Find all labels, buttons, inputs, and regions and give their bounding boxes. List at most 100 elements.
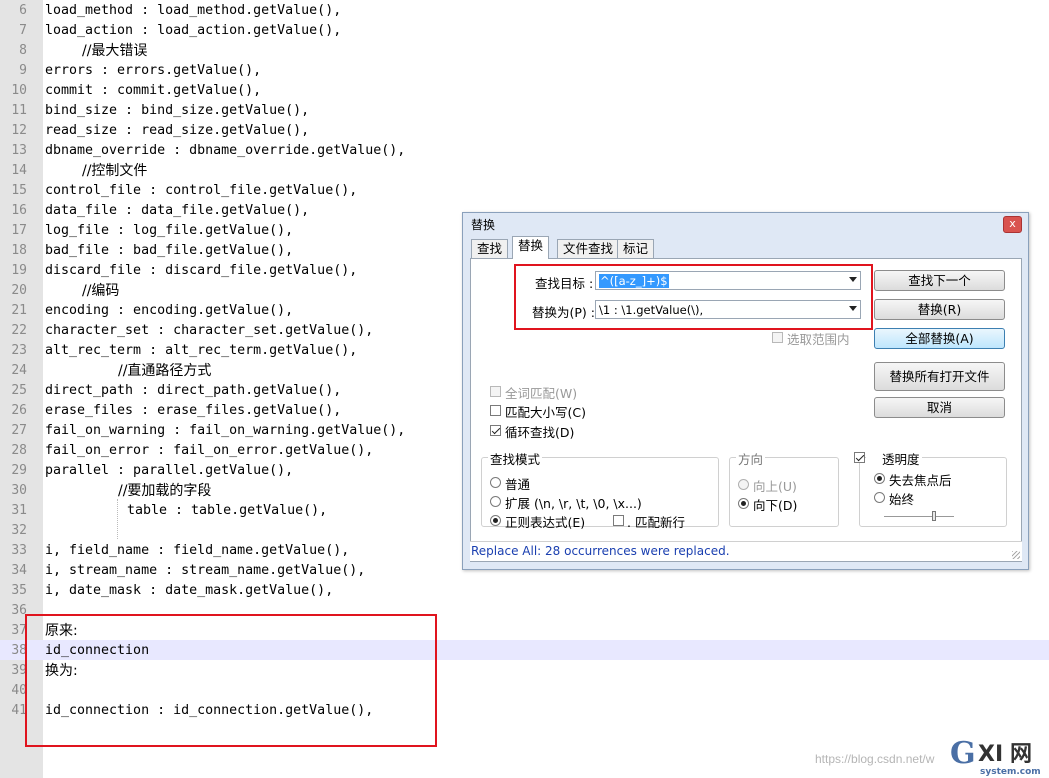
line-number: 12 xyxy=(11,123,27,138)
transparency-slider-thumb[interactable] xyxy=(932,511,936,521)
tab-mark[interactable]: 标记 xyxy=(617,239,655,258)
whole-word-checkbox[interactable] xyxy=(490,386,501,397)
in-selection-checkbox[interactable] xyxy=(772,332,783,343)
line-number: 21 xyxy=(11,303,27,318)
code-text: bad_file : bad_file.getValue(), xyxy=(45,243,294,258)
code-line[interactable]: 11 bind_size : bind_size.getValue(), xyxy=(0,100,1049,120)
code-text: bind_size : bind_size.getValue(), xyxy=(45,103,310,118)
code-text: commit : commit.getValue(), xyxy=(45,83,262,98)
code-text: //控制文件 xyxy=(82,163,148,179)
svg-text:网: 网 xyxy=(1010,742,1032,767)
transparency-group: 透明度 失去焦点后 始终 xyxy=(854,449,1007,527)
gxi-logo-icon: G XI 网 system.com xyxy=(950,736,1041,777)
code-text: i, field_name : field_name.getValue(), xyxy=(45,543,350,558)
line-number: 10 xyxy=(11,83,27,98)
code-line[interactable]: 13 dbname_override : dbname_override.getV… xyxy=(0,140,1049,160)
svg-text:system.com: system.com xyxy=(980,767,1041,777)
on-lose-focus-radio[interactable] xyxy=(874,473,885,484)
line-number: 35 xyxy=(11,583,27,598)
search-mode-title: 查找模式 xyxy=(488,449,543,468)
match-case-checkbox[interactable] xyxy=(490,405,501,416)
line-number: 36 xyxy=(11,603,27,618)
line-number: 18 xyxy=(11,243,27,258)
line-number: 38 xyxy=(11,643,27,658)
search-mode-group: 查找模式 普通 扩展 (\n, \r, \t, \0, \x...) 正则表达式… xyxy=(481,449,719,530)
tab-find[interactable]: 查找 xyxy=(471,239,509,258)
tab-label: 文件查找 xyxy=(563,241,614,256)
tab-label: 替换 xyxy=(518,238,544,253)
code-line[interactable]: 7 load_action : load_action.getValue(), xyxy=(0,20,1049,40)
tab-find-in-files[interactable]: 文件查找 xyxy=(557,239,620,258)
line-number: 9 xyxy=(19,63,27,78)
line-number: 11 xyxy=(11,103,27,118)
code-text: //编码 xyxy=(82,283,120,299)
tab-label: 查找 xyxy=(477,241,503,256)
line-number: 6 xyxy=(19,3,27,18)
code-line[interactable]: 35 i, date_mask : date_mask.getValue(), xyxy=(0,580,1049,600)
line-number: 31 xyxy=(11,503,27,518)
code-line[interactable]: 6 load_method : load_method.getValue(), xyxy=(0,0,1049,20)
resize-grip-icon[interactable] xyxy=(1012,551,1020,559)
code-text: discard_file : discard_file.getValue(), xyxy=(45,263,358,278)
line-number: 14 xyxy=(11,163,27,178)
tab-replace[interactable]: 替换 xyxy=(512,236,550,259)
direction-up-radio[interactable] xyxy=(738,479,749,490)
code-line[interactable]: 8 //最大错误 xyxy=(0,40,1049,60)
code-line[interactable]: 14 //控制文件 xyxy=(0,160,1049,180)
direction-group: 方向 向上(U) 向下(D) xyxy=(729,449,839,527)
code-text: erase_files : erase_files.getValue(), xyxy=(45,403,342,418)
code-line[interactable]: 12 read_size : read_size.getValue(), xyxy=(0,120,1049,140)
regex-mode-radio[interactable] xyxy=(490,515,501,526)
code-text: load_method : load_method.getValue(), xyxy=(45,3,342,18)
code-text: read_size : read_size.getValue(), xyxy=(45,123,310,138)
extended-mode-radio[interactable] xyxy=(490,496,501,507)
code-text: fail_on_warning : fail_on_warning.getVal… xyxy=(45,423,406,438)
wrap-around-checkbox[interactable] xyxy=(490,425,501,436)
code-line[interactable]: 9 errors : errors.getValue(), xyxy=(0,60,1049,80)
svg-text:G: G xyxy=(950,736,976,771)
replace-all-button[interactable]: 全部替换(A) xyxy=(874,328,1005,349)
line-number: 40 xyxy=(11,683,27,698)
line-number: 22 xyxy=(11,323,27,338)
find-next-button[interactable]: 查找下一个 xyxy=(874,270,1005,291)
normal-mode-radio[interactable] xyxy=(490,477,501,488)
code-text: //要加载的字段 xyxy=(118,483,212,499)
cancel-button[interactable]: 取消 xyxy=(874,397,1005,418)
transparency-slider[interactable] xyxy=(884,516,954,518)
code-text: i, date_mask : date_mask.getValue(), xyxy=(45,583,334,598)
transparency-title: 透明度 xyxy=(866,449,922,468)
extended-mode-label: 扩展 (\n, \r, \t, \0, \x...) xyxy=(505,496,642,511)
annotation-box-editor xyxy=(25,614,437,747)
match-case-label: 匹配大小写(C) xyxy=(505,405,586,420)
replace-button[interactable]: 替换(R) xyxy=(874,299,1005,320)
tab-label: 标记 xyxy=(623,241,649,256)
code-text: dbname_override : dbname_override.getVal… xyxy=(45,143,406,158)
line-number: 8 xyxy=(19,43,27,58)
direction-down-label: 向下(D) xyxy=(753,498,798,513)
transparency-checkbox[interactable] xyxy=(854,452,865,463)
always-radio[interactable] xyxy=(874,492,885,503)
line-number: 39 xyxy=(11,663,27,678)
close-icon[interactable]: x xyxy=(1003,216,1022,233)
line-number: 32 xyxy=(11,523,27,538)
code-text: i, stream_name : stream_name.getValue(), xyxy=(45,563,366,578)
svg-text:XI: XI xyxy=(978,742,1003,767)
direction-down-radio[interactable] xyxy=(738,498,749,509)
dialog-title: 替换 xyxy=(471,218,496,232)
code-line[interactable]: 15 control_file : control_file.getValue()… xyxy=(0,180,1049,200)
line-number: 30 xyxy=(11,483,27,498)
status-message: Replace All: 28 occurrences were replace… xyxy=(471,544,730,558)
line-number: 28 xyxy=(11,443,27,458)
replace-all-open-files-button[interactable]: 替换所有打开文件 xyxy=(874,362,1005,391)
line-number: 17 xyxy=(11,223,27,238)
code-text: character_set : character_set.getValue()… xyxy=(45,323,374,338)
code-line[interactable]: 10 commit : commit.getValue(), xyxy=(0,80,1049,100)
direction-title: 方向 xyxy=(736,449,766,468)
line-number: 13 xyxy=(11,143,27,158)
line-number: 33 xyxy=(11,543,27,558)
dot-newline-checkbox[interactable] xyxy=(613,515,624,526)
code-text: control_file : control_file.getValue(), xyxy=(45,183,358,198)
always-label: 始终 xyxy=(889,492,915,507)
line-number: 41 xyxy=(11,703,27,718)
code-text: parallel : parallel.getValue(), xyxy=(45,463,294,478)
